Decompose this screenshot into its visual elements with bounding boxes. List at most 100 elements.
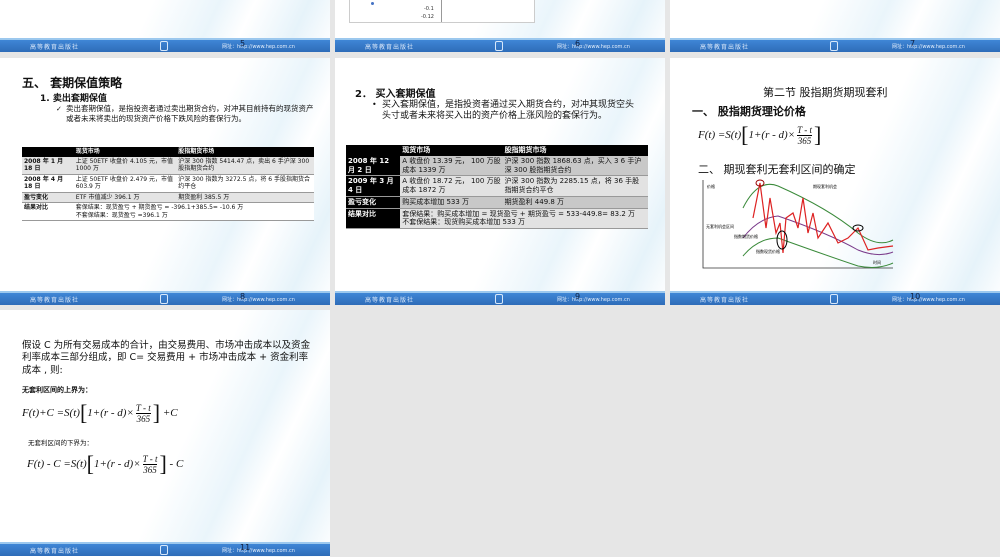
publisher-logo-text: 高等教育出版社 bbox=[365, 44, 415, 51]
slide-footer: 高等教育出版社 网址：http://www.hep.com.cn 8 bbox=[0, 291, 330, 305]
publisher-logo-icon bbox=[495, 294, 503, 304]
table-cell: 沪深 300 指数 5414.47 点，卖出 6 手沪深 300 股指期货合约 bbox=[178, 157, 310, 173]
table-cell: 套保结果：现货盈亏 + 期货盈亏 = -396.1+385.5= -10.6 万… bbox=[75, 204, 244, 219]
slide-footer: 高等教育出版社 网址：http://www.hep.com.cn 7 bbox=[670, 38, 1000, 52]
formula-part: =S(t) bbox=[63, 458, 87, 470]
publisher-logo-icon bbox=[830, 41, 838, 51]
table-cell: ETF 市值减少 396.1 万 bbox=[75, 193, 140, 201]
publisher-logo-icon bbox=[160, 294, 168, 304]
formula-part: 1+(r - d)× bbox=[94, 458, 141, 470]
table-header: 现货市场 bbox=[75, 148, 100, 155]
numerator: T - t bbox=[135, 402, 151, 414]
fraction: T - t 365 bbox=[797, 125, 812, 146]
assumption-paragraph: 假设 C 为所有交易成本的合计，由交易费用、市场冲击成本以及资金利率成本三部分组… bbox=[22, 340, 311, 376]
slide-footer: 高等教育出版社 网址：http://www.hep.com.cn 11 bbox=[0, 542, 330, 556]
table-cell: 2008 年 1 月 18 日 bbox=[24, 157, 64, 173]
slide-thumbnail-9[interactable]: 2． 买入套期保值 • 买入套期保值，是指投资者通过买入期货合约，对冲其现货空头… bbox=[335, 58, 665, 305]
slide-number: 5 bbox=[240, 39, 246, 48]
formula-part: F(t)+C bbox=[22, 407, 54, 419]
formula-part: F(t) - C bbox=[27, 458, 61, 470]
formula-part: 1+(r - d)× bbox=[87, 407, 134, 419]
table-header: 现货市场 bbox=[402, 146, 431, 154]
table-cell: 期货盈利 449.8 万 bbox=[504, 197, 565, 206]
table-cell: A 收盘价 13.39 元， 100 万股成本 1339 万 bbox=[402, 156, 501, 174]
slide-number: 10 bbox=[910, 292, 921, 301]
table-row: 2008 年 12 月 2 日A 收盘价 13.39 元， 100 万股成本 1… bbox=[346, 155, 648, 176]
slide-subheading: 1. 卖出套期保值 bbox=[40, 94, 107, 104]
publisher-logo-icon bbox=[160, 545, 168, 555]
chart-fragment: -0.1 -0.12 bbox=[349, 0, 535, 23]
table-row: 2009 年 3 月 4 日A 收盘价 18.72 元， 100 万股成本 18… bbox=[346, 175, 648, 197]
footer-url: 网址：http://www.hep.com.cn bbox=[557, 297, 630, 303]
slide-thumbnail-6[interactable]: -0.1 -0.12 高等教育出版社 网址：http://www.hep.com.… bbox=[335, 0, 665, 52]
axis-label-x: 时间 bbox=[873, 259, 881, 265]
spot-label: 指数现货价格 bbox=[756, 248, 780, 254]
check-bullet-icon: ✓ bbox=[56, 105, 62, 113]
publisher-logo-text: 高等教育出版社 bbox=[30, 297, 80, 304]
formula-part: =S(t) bbox=[717, 129, 742, 141]
slide-footer: 高等教育出版社 网址：http://www.hep.com.cn 6 bbox=[335, 38, 665, 52]
lower-bound-formula: F(t) - C =S(t)[1+(r - d)× T - t 365] - C bbox=[27, 451, 184, 476]
slide-footer: 高等教育出版社 网址：http://www.hep.com.cn 5 bbox=[0, 38, 330, 52]
slide-thumbnail-8[interactable]: 五、 套期保值策略 1. 卖出套期保值 ✓ 卖出套期保值，是指投资者通过卖出期货… bbox=[0, 58, 330, 305]
denominator: 365 bbox=[143, 464, 157, 475]
slide-thumbnail-5[interactable]: 高等教育出版社 网址：http://www.hep.com.cn 5 bbox=[0, 0, 330, 52]
slide-heading: 五、 套期保值策略 bbox=[22, 76, 123, 90]
publisher-logo-text: 高等教育出版社 bbox=[700, 44, 750, 51]
table-cell: 期货盈利 385.5 万 bbox=[178, 193, 230, 201]
table-cell: A 收盘价 18.72 元， 100 万股成本 1872 万 bbox=[402, 177, 501, 194]
table-cell: 沪深 300 指数为 2285.15 点，将 36 手股指期货合约平仓 bbox=[504, 177, 640, 194]
table-row: 2008 年 4 月 18 日上证 50ETF 收盘价 2.479 元，市值 6… bbox=[22, 174, 314, 192]
slide-heading: 一、 股指期货理论价格 bbox=[692, 105, 806, 118]
publisher-logo-icon bbox=[495, 41, 503, 51]
slide-number: 11 bbox=[240, 543, 251, 552]
slide-thumbnail-10[interactable]: 第二节 股指期货期现套利 一、 股指期货理论价格 F(t) =S(t)[1+(r… bbox=[670, 58, 1000, 305]
slide-heading: 二、 期现套利无套利区间的确定 bbox=[698, 163, 856, 176]
table-row: 盈亏变化 ETF 市值减少 396.1 万 期货盈利 385.5 万 bbox=[22, 192, 314, 203]
footer-url: 网址：http://www.hep.com.cn bbox=[222, 297, 295, 303]
publisher-logo-icon bbox=[830, 294, 838, 304]
table-cell: 2008 年 4 月 18 日 bbox=[24, 175, 64, 191]
hedge-table: 现货市场 股指期货市场 2008 年 1 月 18 日上证 50ETF 收盘价 4.… bbox=[22, 147, 314, 221]
axis-label-y: 价格 bbox=[707, 183, 715, 189]
slide-thumbnail-11[interactable]: 假设 C 为所有交易成本的合计，由交易费用、市场冲击成本以及资金利率成本三部分组… bbox=[0, 310, 330, 557]
lower-bound-label: 无套利区间的下界为： bbox=[28, 439, 93, 447]
denominator: 365 bbox=[797, 135, 812, 146]
upper-bound-formula: F(t)+C =S(t)[1+(r - d)× T - t 365] +C bbox=[22, 400, 178, 425]
table-cell: 结果对比 bbox=[24, 204, 49, 211]
slide-footer: 高等教育出版社 网址：http://www.hep.com.cn 9 bbox=[335, 291, 665, 305]
data-point bbox=[371, 2, 374, 5]
y-axis bbox=[441, 0, 442, 22]
table-cell: 沪深 300 指数为 3272.5 点，将 6 手股指期货合约平仓 bbox=[178, 175, 310, 191]
slide-number: 8 bbox=[240, 292, 246, 301]
formula-part: - C bbox=[169, 458, 184, 470]
formula-part: F(t) bbox=[698, 129, 716, 141]
table-cell: 2008 年 12 月 2 日 bbox=[346, 155, 401, 176]
arbitrage-band-figure: 价格 时间 无套利机会区间 期现套利机会 指数期货价格 指数现货价格 bbox=[702, 179, 894, 269]
footer-url: 网址：http://www.hep.com.cn bbox=[557, 44, 630, 50]
slide-title: 第二节 股指期货期现套利 bbox=[763, 86, 888, 99]
table-cell: 上证 50ETF 收盘价 4.105 元，市值 1000 万 bbox=[75, 157, 174, 173]
slide-footer: 高等教育出版社 网址：http://www.hep.com.cn 10 bbox=[670, 291, 1000, 305]
footer-url: 网址：http://www.hep.com.cn bbox=[892, 297, 965, 303]
spot-price-curve bbox=[752, 182, 894, 254]
opportunity-label: 期现套利机会 bbox=[813, 183, 837, 189]
table-cell: 套保结果：购买成本增加 = 现货盈亏 + 期货盈亏 = 533-449.8= 8… bbox=[402, 209, 636, 227]
axis-tick: -0.1 bbox=[424, 6, 434, 12]
bullet-text: 卖出套期保值，是指投资者通过卖出期货合约，对冲其目前持有的现货资产或者未来将卖出… bbox=[66, 104, 314, 123]
formula-part: +C bbox=[162, 407, 178, 419]
publisher-logo-icon bbox=[160, 41, 168, 51]
fraction: T - t 365 bbox=[135, 402, 151, 424]
publisher-logo-text: 高等教育出版社 bbox=[30, 548, 80, 555]
table-row: 结果对比 套保结果：现货盈亏 + 期货盈亏 = -396.1+385.5= -10… bbox=[22, 202, 314, 221]
formula-part: =S(t) bbox=[56, 407, 80, 419]
slide-number: 6 bbox=[575, 39, 581, 48]
slide-thumbnail-7[interactable]: 高等教育出版社 网址：http://www.hep.com.cn 7 bbox=[670, 0, 1000, 52]
table-cell: 盈亏变化 bbox=[346, 196, 401, 208]
publisher-logo-text: 高等教育出版社 bbox=[30, 44, 80, 51]
denominator: 365 bbox=[136, 413, 151, 424]
publisher-logo-text: 高等教育出版社 bbox=[365, 297, 415, 304]
theoretical-price-formula: F(t) =S(t)[1+(r - d)× T - t 365] bbox=[698, 122, 822, 147]
table-row: 盈亏变化 购买成本增加 533 万 期货盈利 449.8 万 bbox=[346, 196, 648, 208]
table-header: 股指期货市场 bbox=[178, 148, 215, 155]
